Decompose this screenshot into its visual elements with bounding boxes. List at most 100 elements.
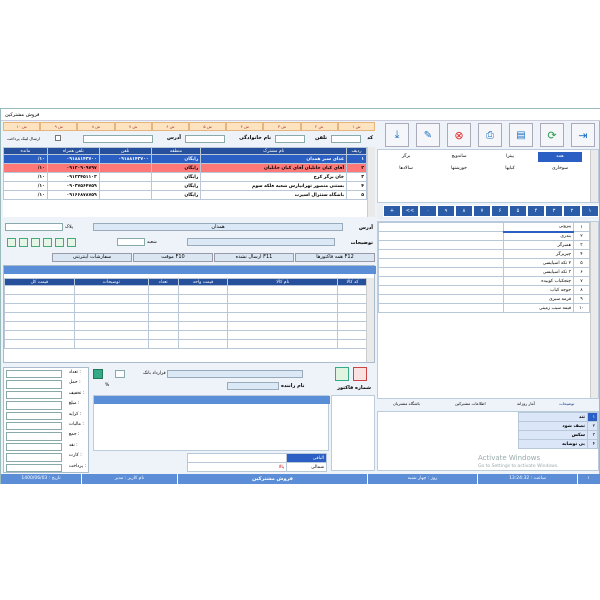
description-input[interactable]: [187, 238, 335, 246]
table-row[interactable]: [4, 321, 368, 331]
code-input[interactable]: [331, 135, 361, 143]
history-icon[interactable]: [43, 238, 52, 247]
num-button[interactable]: ۸: [455, 205, 473, 217]
order-tab[interactable]: ۳ ش: [263, 122, 301, 131]
print-small-icon[interactable]: [67, 238, 76, 247]
unit-input[interactable]: [117, 238, 145, 246]
order-tab[interactable]: ۱ ش: [337, 122, 375, 131]
address-input[interactable]: همدان: [93, 223, 343, 231]
table-row[interactable]: ۳ خان برگر کرج رایگان ۰۹۱۲۲۴۵۱۱۰۳ ۱۰/: [3, 172, 367, 182]
num-button[interactable]: ۵: [509, 205, 527, 217]
category-salad[interactable]: سالادها: [382, 164, 430, 174]
new-invoice-icon[interactable]: [335, 367, 349, 381]
tab-not-sent[interactable]: ارسال نشده F11: [214, 253, 294, 262]
card-input[interactable]: [6, 453, 62, 462]
total-qty-input[interactable]: [6, 370, 62, 379]
table-row[interactable]: [4, 285, 368, 295]
num-button[interactable]: ۱: [581, 205, 599, 217]
order-tab[interactable]: ۵ ش: [188, 122, 227, 131]
table-row[interactable]: [4, 339, 368, 349]
table-row[interactable]: ۵ باشگاه ستثرال اسپرت رایگان ۰۹۱۶۶۸۷۸۷۵۹…: [3, 190, 367, 200]
tab-all-invoices[interactable]: همه فاکتورها F12: [295, 253, 375, 262]
payment-input[interactable]: [6, 463, 62, 472]
fare-input[interactable]: [6, 411, 62, 420]
list-item[interactable]: ۱ پپرونی: [378, 222, 590, 233]
receipt-button[interactable]: ▤: [509, 123, 533, 147]
category-kebab[interactable]: کبابها: [488, 164, 532, 174]
address-search-input[interactable]: [83, 135, 153, 143]
category-pizza[interactable]: پیتزا: [488, 152, 532, 162]
num-button[interactable]: ۰: [419, 205, 437, 217]
amount-input[interactable]: [6, 401, 62, 410]
order-tab[interactable]: ۷ ش: [114, 122, 152, 131]
table-row[interactable]: ۱ غذای سبز همدان رایگان ۰۹۱۸۸۱۴۳۷۰۰ ۰۹۱۸…: [3, 154, 367, 164]
bank-input[interactable]: [167, 370, 303, 378]
list-item[interactable]: ۵۲ تکه اسپایسی: [378, 258, 590, 268]
num-button[interactable]: ۹: [437, 205, 455, 217]
cash-input[interactable]: [6, 442, 62, 452]
bank-select[interactable]: [115, 370, 125, 378]
list-item[interactable]: ۷ چنجکباب کوبیده: [378, 276, 590, 286]
name-input[interactable]: [185, 135, 225, 143]
add-customer-icon[interactable]: [7, 238, 16, 247]
delete-invoice-icon[interactable]: [353, 367, 367, 381]
table-row[interactable]: [4, 294, 368, 304]
list-item[interactable]: ۸ جوجه کباب: [378, 285, 590, 295]
list-item[interactable]: ۳ همبرگر: [378, 240, 590, 250]
customer-scrollbar[interactable]: [367, 147, 375, 217]
table-row[interactable]: [4, 312, 368, 322]
list-item[interactable]: ۹ قرمه سبزی: [378, 294, 590, 304]
order-tab[interactable]: ۱۰ ش: [2, 122, 41, 131]
online-link-checkbox[interactable]: [55, 135, 61, 141]
plaque-input[interactable]: [5, 223, 63, 231]
order-tab[interactable]: ۹ ش: [40, 122, 78, 131]
phone-input[interactable]: [275, 135, 305, 143]
order-tab[interactable]: ۶ ش: [151, 122, 189, 131]
order-tab[interactable]: ۸ ش: [77, 122, 115, 131]
category-fried[interactable]: سوخاری: [538, 164, 582, 174]
list-item[interactable]: ۴ بی نوشابه: [518, 439, 598, 449]
tax-input[interactable]: [6, 421, 62, 431]
backspace-button[interactable]: <<: [401, 205, 419, 217]
category-stew[interactable]: خورشتها: [434, 164, 484, 174]
map-icon[interactable]: [31, 238, 40, 247]
product-scrollbar[interactable]: [590, 222, 598, 398]
refresh-button[interactable]: ⟳: [540, 123, 564, 147]
refresh-small-icon[interactable]: [55, 238, 64, 247]
table-row[interactable]: ۴ بستنی منصور تهرانپارس شعبه فلکه سوم را…: [3, 181, 367, 191]
shipping-input[interactable]: [6, 380, 62, 389]
excel-icon[interactable]: [93, 369, 103, 379]
edit-customer-icon[interactable]: [19, 238, 28, 247]
tab-customer-info[interactable]: اطلاعات مشترکین: [455, 401, 515, 409]
list-item[interactable]: ۴ چیزبرگر: [378, 249, 590, 259]
list-item[interactable]: ۱ تند: [518, 412, 598, 422]
table-row[interactable]: [4, 303, 368, 313]
list-item[interactable]: ۲ نصف شود: [518, 421, 598, 431]
tab-temporary[interactable]: موقت F10: [133, 253, 213, 262]
tab-customer-club[interactable]: باشگاه مشتریان: [393, 401, 453, 409]
category-burger[interactable]: برگر: [382, 152, 430, 162]
list-item[interactable]: ۱۰ قیمه سیب زمینی: [378, 303, 590, 313]
category-sandwich[interactable]: ساندویچ: [434, 152, 484, 162]
table-row[interactable]: شمالی پالا: [187, 462, 327, 472]
num-button[interactable]: ۲: [563, 205, 581, 217]
table-row[interactable]: ۲ آقای کیان خانلیان آقای کیان خانلیان را…: [3, 163, 367, 173]
tab-daily-stats[interactable]: آمار روزانه: [517, 401, 557, 409]
sum-input[interactable]: [6, 432, 62, 441]
print-button[interactable]: ⎙: [478, 123, 502, 147]
num-button[interactable]: ۷: [473, 205, 491, 217]
num-button[interactable]: ۴: [527, 205, 545, 217]
table-row[interactable]: الباقی: [187, 453, 327, 463]
list-item[interactable]: ۶۳ تکه اسپایسی: [378, 267, 590, 277]
order-tab[interactable]: ۴ ش: [226, 122, 264, 131]
category-all[interactable]: همه: [538, 152, 582, 162]
category-scrollbar[interactable]: [590, 150, 598, 202]
cancel-button[interactable]: ⊗: [447, 123, 471, 147]
num-button[interactable]: ۶: [491, 205, 509, 217]
list-item[interactable]: ۲ بندری: [378, 231, 590, 241]
tab-notes[interactable]: توضیحات: [559, 401, 599, 409]
driver-input[interactable]: [227, 382, 279, 390]
list-item[interactable]: ۳ سکس: [518, 430, 598, 440]
invoice-scrollbar[interactable]: [366, 278, 374, 362]
num-button[interactable]: ۳: [545, 205, 563, 217]
